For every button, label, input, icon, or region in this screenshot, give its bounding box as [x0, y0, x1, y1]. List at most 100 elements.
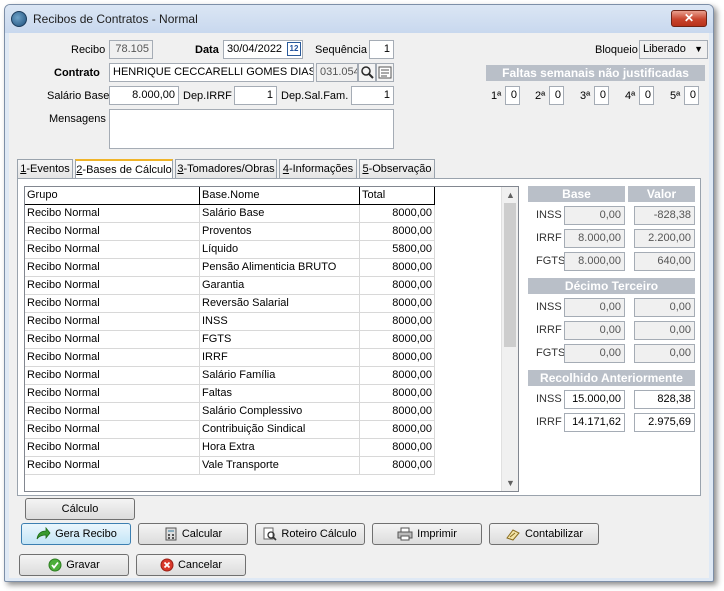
tab-eventos[interactable]: 1-Eventos	[17, 159, 73, 179]
table-row[interactable]: Recibo Normal Líquido 5800,00	[25, 241, 435, 259]
bloqueio-label: Bloqueio	[595, 44, 638, 56]
main-valor-field[interactable]: 640,00	[634, 252, 695, 271]
column-header-base-nome[interactable]: Base.Nome	[200, 187, 360, 205]
falta-2-field[interactable]: 0	[549, 86, 564, 105]
recolhido-valor-field[interactable]: 2.975,69	[634, 413, 695, 432]
sequencia-label: Sequência	[315, 44, 367, 56]
calculo-button[interactable]: Cálculo	[25, 498, 135, 520]
scroll-down-icon[interactable]: ▼	[502, 475, 518, 491]
table-row[interactable]: Recibo Normal IRRF 8000,00	[25, 349, 435, 367]
main-base-field[interactable]: 8.000,00	[564, 229, 625, 248]
cell-total: 8000,00	[360, 205, 435, 223]
recolhido-base-field[interactable]: 15.000,00	[564, 390, 625, 409]
cell-total: 8000,00	[360, 349, 435, 367]
gera-recibo-button[interactable]: Gera Recibo	[21, 523, 131, 545]
table-row[interactable]: Recibo Normal Hora Extra 8000,00	[25, 439, 435, 457]
tab-bases-calculo[interactable]: 2-Bases de Cálculo	[75, 159, 173, 180]
calcular-button[interactable]: Calcular	[138, 523, 248, 545]
column-header-grupo[interactable]: Grupo	[25, 187, 200, 205]
recolhido-header: Recolhido Anteriormente	[528, 370, 695, 386]
bloqueio-select[interactable]: Liberado ▼	[639, 40, 708, 59]
search-button[interactable]	[358, 63, 376, 82]
grid-header: Grupo Base.Nome Total	[25, 187, 435, 205]
falta-5-field[interactable]: 0	[684, 86, 699, 105]
decimo-row-label: FGTS	[536, 347, 566, 359]
title-bar: Recibos de Contratos - Normal ✕	[5, 5, 713, 33]
cell-total: 8000,00	[360, 457, 435, 475]
decimo-base-field[interactable]: 0,00	[564, 344, 625, 363]
table-row[interactable]: Recibo Normal Vale Transporte 8000,00	[25, 457, 435, 475]
falta-4-label: 4ª	[625, 90, 636, 102]
decimo-valor-field[interactable]: 0,00	[634, 321, 695, 340]
base-header: Base	[528, 186, 625, 202]
table-row[interactable]: Recibo Normal Pensão Alimenticia BRUTO 800…	[25, 259, 435, 277]
printer-icon	[397, 527, 413, 541]
table-row[interactable]: Recibo Normal Salário Complessivo 8000,00	[25, 403, 435, 421]
table-row[interactable]: Recibo Normal Faltas 8000,00	[25, 385, 435, 403]
cell-grupo: Recibo Normal	[25, 313, 200, 331]
table-row[interactable]: Recibo Normal Salário Família 8000,00	[25, 367, 435, 385]
cancelar-button[interactable]: Cancelar	[136, 554, 246, 576]
main-base-field[interactable]: 8.000,00	[564, 252, 625, 271]
decimo-valor-field[interactable]: 0,00	[634, 344, 695, 363]
cell-base-nome: Contribuição Sindical	[200, 421, 360, 439]
falta-1-field[interactable]: 0	[505, 86, 520, 105]
recibo-field[interactable]: 78.105	[109, 40, 153, 59]
tab-tomadores-obras[interactable]: 3-Tomadores/Obras	[175, 159, 277, 179]
tab-eventos-label: -Eventos	[26, 163, 70, 175]
cell-total: 8000,00	[360, 313, 435, 331]
decimo-base-field[interactable]: 0,00	[564, 321, 625, 340]
main-base-field[interactable]: 0,00	[564, 206, 625, 225]
table-row[interactable]: Recibo Normal Reversão Salarial 8000,00	[25, 295, 435, 313]
calendar-icon[interactable]: 12	[287, 42, 301, 56]
table-row[interactable]: Recibo Normal INSS 8000,00	[25, 313, 435, 331]
search-icon	[361, 66, 374, 79]
decimo-valor-field[interactable]: 0,00	[634, 298, 695, 317]
valor-header: Valor	[628, 186, 695, 202]
app-icon	[11, 11, 27, 27]
table-row[interactable]: Recibo Normal Contribuição Sindical 8000,0…	[25, 421, 435, 439]
imprimir-button[interactable]: Imprimir	[372, 523, 482, 545]
cell-total: 8000,00	[360, 385, 435, 403]
details-button[interactable]	[376, 63, 394, 82]
cell-total: 8000,00	[360, 277, 435, 295]
grid-scrollbar[interactable]: ▲ ▼	[501, 187, 518, 491]
gravar-button[interactable]: Gravar	[19, 554, 129, 576]
main-valor-field[interactable]: 2.200,00	[634, 229, 695, 248]
salario-field[interactable]: 8.000,00	[109, 86, 179, 105]
recolhido-valor-field[interactable]: 828,38	[634, 390, 695, 409]
scroll-thumb[interactable]	[504, 203, 516, 347]
table-row[interactable]: Recibo Normal Proventos 8000,00	[25, 223, 435, 241]
contabilizar-button[interactable]: Contabilizar	[489, 523, 599, 545]
contrato-name-field[interactable]: HENRIQUE CECCARELLI GOMES DIAS	[109, 63, 314, 82]
tab-observacao[interactable]: 5-Observação	[359, 159, 435, 179]
cell-grupo: Recibo Normal	[25, 457, 200, 475]
falta-2-label: 2ª	[535, 90, 546, 102]
chevron-down-icon: ▼	[694, 44, 703, 54]
window-title: Recibos de Contratos - Normal	[33, 12, 198, 26]
tab-informacoes[interactable]: 4-Informações	[279, 159, 357, 179]
depsalfam-field[interactable]: 1	[351, 86, 394, 105]
roteiro-calculo-button[interactable]: Roteiro Cálculo	[255, 523, 365, 545]
falta-4-field[interactable]: 0	[639, 86, 654, 105]
cell-base-nome: Salário Família	[200, 367, 360, 385]
table-row[interactable]: Recibo Normal FGTS 8000,00	[25, 331, 435, 349]
main-valor-field[interactable]: -828,38	[634, 206, 695, 225]
depirrf-field[interactable]: 1	[234, 86, 277, 105]
roteiro-label: Roteiro Cálculo	[281, 528, 357, 540]
table-row[interactable]: Recibo Normal Salário Base 8000,00	[25, 205, 435, 223]
falta-3-field[interactable]: 0	[594, 86, 609, 105]
decimo-base-field[interactable]: 0,00	[564, 298, 625, 317]
recolhido-base-field[interactable]: 14.171,62	[564, 413, 625, 432]
cell-grupo: Recibo Normal	[25, 331, 200, 349]
bases-grid[interactable]: Grupo Base.Nome Total Recibo Normal Salár…	[24, 186, 519, 492]
sequencia-field[interactable]: 1	[369, 40, 394, 59]
depsalfam-label: Dep.Sal.Fam.	[281, 90, 349, 102]
mensagens-field[interactable]	[109, 109, 394, 149]
contrato-code-field[interactable]: 031.054	[316, 63, 358, 82]
tab-bases-label: -Bases de Cálculo	[82, 164, 172, 176]
table-row[interactable]: Recibo Normal Garantia 8000,00	[25, 277, 435, 295]
close-button[interactable]: ✕	[671, 10, 707, 27]
column-header-total[interactable]: Total	[360, 187, 435, 205]
scroll-up-icon[interactable]: ▲	[502, 187, 518, 203]
